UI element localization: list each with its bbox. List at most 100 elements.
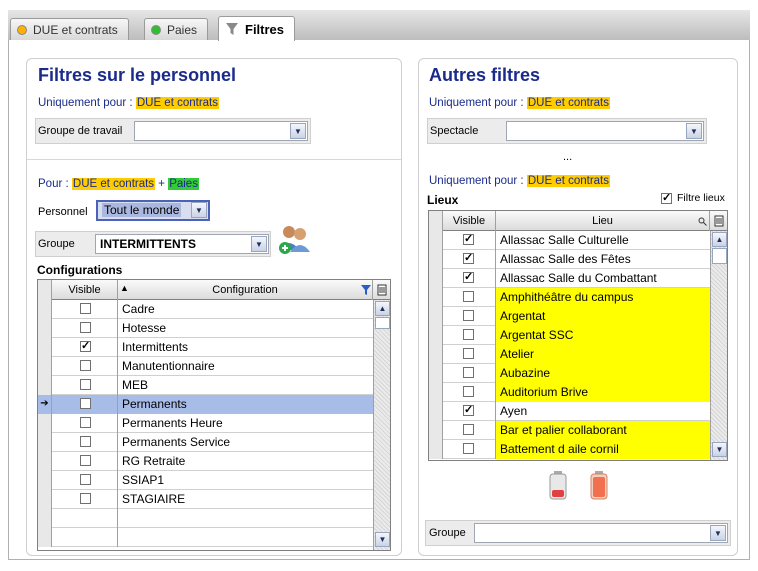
groupe-lieux-select[interactable]: ▼ (474, 523, 728, 543)
chevron-down-icon[interactable]: ▼ (710, 525, 726, 541)
users-group-icon[interactable] (277, 224, 311, 254)
visible-checkbox[interactable]: ✓ (463, 272, 474, 283)
filtre-lieux-toggle[interactable]: ✓ Filtre lieux (661, 192, 725, 204)
table-row[interactable] (38, 528, 373, 547)
table-row[interactable]: Hotesse (38, 319, 373, 338)
table-row[interactable]: ✓ Ayen (429, 402, 710, 421)
table-row[interactable]: ✓ Intermittents (38, 338, 373, 357)
table-row[interactable]: MEB (38, 376, 373, 395)
visible-checkbox[interactable] (80, 474, 91, 485)
scrollbar[interactable]: ▲ ▼ (373, 300, 390, 550)
visible-checkbox[interactable]: ✓ (80, 341, 91, 352)
configuration-cell: Cadre (122, 302, 155, 316)
table-row[interactable]: SSIAP1 (38, 471, 373, 490)
table-row[interactable]: RG Retraite (38, 452, 373, 471)
row-gutter (429, 345, 443, 364)
table-row[interactable] (38, 509, 373, 528)
visible-checkbox[interactable] (80, 379, 91, 390)
tab-paies[interactable]: Paies (144, 18, 209, 40)
table-row[interactable]: Bar et palier collaborant (429, 421, 710, 440)
visible-checkbox[interactable] (463, 386, 474, 397)
visible-checkbox[interactable] (80, 322, 91, 333)
current-row-arrow-icon: ➔ (38, 395, 52, 414)
visible-checkbox[interactable] (463, 443, 474, 454)
row-gutter (429, 383, 443, 402)
chevron-down-icon[interactable]: ▼ (686, 123, 702, 139)
table-row[interactable]: ✓ Allassac Salle des Fêtes (429, 250, 710, 269)
table-row[interactable]: ➔ Permanents (38, 395, 373, 414)
table-row[interactable]: Amphithéâtre du campus (429, 288, 710, 307)
visible-checkbox[interactable]: ✓ (463, 234, 474, 245)
scroll-thumb[interactable] (712, 248, 727, 264)
visible-checkbox[interactable] (80, 360, 91, 371)
table-row[interactable]: Cadre (38, 300, 373, 319)
scroll-down-icon[interactable]: ▼ (375, 532, 390, 547)
visible-checkbox[interactable] (463, 424, 474, 435)
table-row[interactable]: Argentat SSC (429, 326, 710, 345)
filter-icon[interactable] (361, 285, 371, 295)
visible-checkbox[interactable] (463, 310, 474, 321)
visible-checkbox[interactable] (80, 455, 91, 466)
magnifier-icon[interactable] (698, 217, 707, 226)
table-row[interactable]: ✓ Allassac Salle Culturelle (429, 231, 710, 250)
visible-checkbox[interactable] (463, 367, 474, 378)
visible-checkbox[interactable] (80, 417, 91, 428)
visible-checkbox[interactable] (80, 436, 91, 447)
scroll-thumb[interactable] (375, 317, 390, 329)
row-gutter (38, 338, 52, 357)
visible-checkbox[interactable] (463, 329, 474, 340)
tab-label: Filtres (245, 21, 285, 37)
scroll-down-icon[interactable]: ▼ (712, 442, 727, 457)
groupe-row: Groupe INTERMITTENTS ▼ (35, 231, 271, 257)
table-row[interactable]: ✓ Allassac Salle du Combattant (429, 269, 710, 288)
table-row[interactable]: Auditorium Brive (429, 383, 710, 402)
visible-cell (443, 326, 496, 345)
battery-full-icon[interactable] (589, 470, 609, 500)
groupe-travail-label: Groupe de travail (38, 125, 123, 137)
column-visible[interactable]: Visible (443, 211, 496, 231)
filtre-lieux-checkbox[interactable]: ✓ (661, 192, 672, 204)
personnel-select[interactable]: Tout le monde ▼ (96, 200, 210, 221)
table-row[interactable]: Battement d aile cornil (429, 440, 710, 459)
table-row[interactable]: Permanents Service (38, 433, 373, 452)
visible-checkbox[interactable]: ✓ (463, 405, 474, 416)
table-row[interactable]: Argentat (429, 307, 710, 326)
spectacle-select[interactable]: ▼ (506, 121, 704, 141)
row-gutter (429, 421, 443, 440)
row-gutter (38, 357, 52, 376)
scroll-up-icon[interactable]: ▲ (375, 301, 390, 316)
battery-empty-icon[interactable] (548, 470, 568, 500)
tab-due-contrats[interactable]: DUE et contrats (10, 18, 129, 40)
visible-checkbox[interactable] (463, 348, 474, 359)
scrollbar[interactable]: ▲ ▼ (710, 231, 727, 460)
table-row[interactable]: Atelier (429, 345, 710, 364)
tab-label: DUE et contrats (33, 22, 118, 37)
lieu-cell: Argentat SSC (496, 326, 710, 345)
columns-chooser-icon[interactable] (373, 280, 390, 300)
table-row[interactable]: STAGIAIRE (38, 490, 373, 509)
scroll-up-icon[interactable]: ▲ (712, 232, 727, 247)
column-lieu[interactable]: Lieu (496, 211, 710, 231)
groupe-travail-select[interactable]: ▼ (134, 121, 308, 141)
visible-cell (52, 509, 118, 528)
chevron-down-icon[interactable]: ▼ (290, 123, 306, 139)
column-visible[interactable]: Visible (52, 280, 118, 300)
lieu-cell: Allassac Salle Culturelle (500, 233, 629, 247)
chevron-down-icon[interactable]: ▼ (191, 202, 207, 218)
grid-header: Visible ▲ Configuration (38, 280, 390, 300)
column-label: Configuration (212, 284, 278, 296)
groupe-select[interactable]: INTERMITTENTS ▼ (95, 234, 269, 254)
columns-chooser-icon[interactable] (710, 211, 727, 231)
tab-filtres[interactable]: Filtres (218, 16, 296, 41)
table-row[interactable]: Manutentionnaire (38, 357, 373, 376)
table-row[interactable]: Aubazine (429, 364, 710, 383)
visible-checkbox[interactable] (80, 493, 91, 504)
visible-checkbox[interactable] (463, 291, 474, 302)
visible-checkbox[interactable] (80, 303, 91, 314)
visible-checkbox[interactable]: ✓ (463, 253, 474, 264)
chevron-down-icon[interactable]: ▼ (251, 236, 267, 252)
table-row[interactable]: Permanents Heure (38, 414, 373, 433)
visible-cell: ✓ (52, 338, 118, 357)
visible-checkbox[interactable] (80, 398, 91, 409)
column-configuration[interactable]: ▲ Configuration (118, 280, 373, 300)
